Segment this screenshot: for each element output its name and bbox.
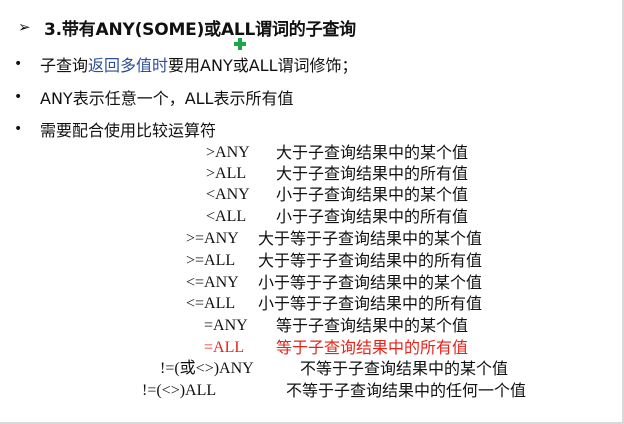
operator-symbol: =ANY	[204, 317, 248, 334]
bullet-item-multi-value: • 子查询 返回多值时 要用ANY或ALL谓词修饰；	[14, 52, 358, 76]
operator-symbol: <ANY	[206, 186, 250, 203]
operator-symbol: <=ALL	[186, 295, 236, 312]
operator-symbol: >ANY	[206, 144, 250, 161]
operator-description: 不等于子查询结果中的某个值	[300, 359, 509, 378]
section-heading: ➢ 3.带有ANY(SOME)或ALL谓词的子查询	[18, 14, 356, 40]
operator-description: 大于子查询结果中的某个值	[276, 143, 469, 162]
operator-description: 小于等于子查询结果中的某个值	[258, 273, 483, 292]
operator-symbol: <ALL	[206, 208, 247, 225]
operator-description: 等于子查询结果中的所有值	[276, 338, 469, 357]
bullet-item-any-all: • ANY表示任意一个，ALL表示所有值	[14, 85, 293, 109]
operator-row: =ANY 等于子查询结果中的某个值	[0, 315, 624, 337]
operator-symbol: =ALL	[204, 339, 245, 356]
operator-description: 不等于子查询结果中的任何一个值	[286, 381, 527, 400]
move-cursor-icon	[234, 38, 246, 50]
operator-description: 等于子查询结果中的某个值	[276, 316, 469, 335]
bullet-text-highlight: 返回多值时	[88, 56, 169, 75]
operator-symbol: !=(<>)ALL	[142, 382, 217, 399]
operator-row: >ALL 大于子查询结果中的所有值	[0, 163, 624, 185]
bullet-dot-icon: •	[14, 89, 23, 105]
bullet-text-part: 要用ANY或ALL谓词修饰；	[168, 56, 358, 75]
operator-row: <ANY 小于子查询结果中的某个值	[0, 184, 624, 206]
operator-symbol: >=ANY	[186, 230, 239, 247]
bullet-text-part: 子查询	[40, 56, 89, 75]
slide: ➢ 3.带有ANY(SOME)或ALL谓词的子查询 • 子查询 返回多值时 要用…	[0, 0, 624, 424]
bullet-dot-icon: •	[14, 56, 23, 72]
operator-row: <ALL 小于子查询结果中的所有值	[0, 206, 624, 228]
operator-row: >=ANY 大于等于子查询结果中的某个值	[0, 228, 624, 250]
operator-row: !=(或<>)ANY 不等于子查询结果中的某个值	[0, 358, 624, 380]
bullet-text-part: ANY表示任意一个，ALL表示所有值	[40, 89, 294, 108]
operator-symbol: <=ANY	[186, 274, 239, 291]
operator-symbol: >=ALL	[186, 252, 236, 269]
operator-row: >=ALL 大于等于子查询结果中的所有值	[0, 250, 624, 272]
bullet-text-part: 需要配合使用比较运算符	[40, 121, 217, 140]
operator-description: 大于子查询结果中的所有值	[276, 164, 469, 183]
operator-description: 小于子查询结果中的所有值	[276, 207, 469, 226]
operator-row: !=(<>)ALL 不等于子查询结果中的任何一个值	[0, 380, 624, 402]
operator-row: <=ALL 小于等于子查询结果中的所有值	[0, 293, 624, 315]
operator-row-highlighted: =ALL 等于子查询结果中的所有值	[0, 337, 624, 359]
operator-description: 小于子查询结果中的某个值	[276, 185, 469, 204]
heading-title: 3.带有ANY(SOME)或ALL谓词的子查询	[44, 19, 356, 40]
bullet-dot-icon: •	[14, 121, 23, 137]
operator-symbol: !=(或<>)ANY	[160, 360, 254, 377]
operator-symbol: >ALL	[206, 165, 247, 182]
operator-row: >ANY 大于子查询结果中的某个值	[0, 142, 624, 164]
operator-description: 小于等于子查询结果中的所有值	[258, 294, 483, 313]
bullet-item-operators: • 需要配合使用比较运算符	[14, 117, 216, 141]
operator-description: 大于等于子查询结果中的某个值	[258, 229, 483, 248]
operator-description: 大于等于子查询结果中的所有值	[258, 251, 483, 270]
operator-row: <=ANY 小于等于子查询结果中的某个值	[0, 272, 624, 294]
arrow-bullet-icon: ➢	[18, 18, 31, 36]
